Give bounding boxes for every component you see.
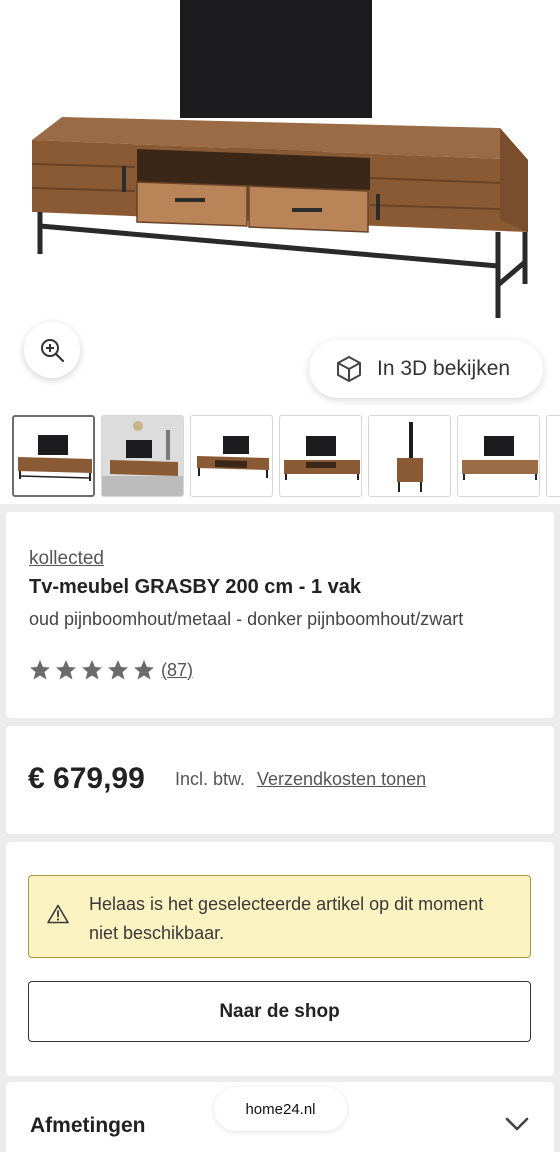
product-title: Tv-meubel GRASBY 200 cm - 1 vak xyxy=(29,576,361,598)
thumbnail-4[interactable] xyxy=(279,415,362,497)
thumbnail-strip[interactable] xyxy=(0,410,560,504)
browser-address-pill[interactable]: home24.nl xyxy=(214,1087,347,1131)
unavailable-notice: Helaas is het geselecteerde artikel op d… xyxy=(28,875,531,958)
chevron-down-icon xyxy=(505,1117,529,1131)
price-card: € 679,99 Incl. btw. Verzendkosten tonen xyxy=(6,726,554,834)
product-variant: oud pijnboomhout/metaal - donker pijnboo… xyxy=(29,609,464,629)
cube-3d-icon xyxy=(337,356,361,382)
zoom-in-icon xyxy=(41,339,65,363)
rating-stars[interactable]: (87) xyxy=(27,658,193,682)
thumbnail-5[interactable] xyxy=(368,415,451,497)
go-to-shop-button[interactable]: Naar de shop xyxy=(28,981,531,1042)
thumbnail-1[interactable] xyxy=(12,415,95,497)
star-icon xyxy=(56,660,76,680)
view-3d-label: In 3D bekijken xyxy=(377,357,511,380)
product-info-card: kollected Tv-meubel GRASBY 200 cm - 1 va… xyxy=(6,512,554,718)
star-icon xyxy=(30,660,50,680)
star-icon xyxy=(108,660,128,680)
shipping-costs-link[interactable]: Verzendkosten tonen xyxy=(257,769,426,790)
product-image[interactable]: In 3D bekijken xyxy=(0,0,560,410)
brand-link[interactable]: kollected xyxy=(29,548,104,570)
vat-label: Incl. btw. xyxy=(175,769,246,789)
thumbnail-7[interactable] xyxy=(546,415,560,497)
review-count-link[interactable]: (87) xyxy=(161,660,193,681)
product-page: In 3D bekijken kollected Tv-meubel GRASB… xyxy=(0,0,560,1152)
zoom-button[interactable] xyxy=(24,322,80,378)
unavailable-message: Helaas is het geselecteerde artikel op d… xyxy=(89,894,484,943)
availability-card: Helaas is het geselecteerde artikel op d… xyxy=(6,842,554,1076)
star-icon xyxy=(134,660,154,680)
product-price: € 679,99 xyxy=(28,762,145,795)
thumbnail-2[interactable] xyxy=(101,415,184,497)
dimensions-title: Afmetingen xyxy=(30,1114,146,1137)
thumbnail-6[interactable] xyxy=(457,415,540,497)
thumbnail-3[interactable] xyxy=(190,415,273,497)
star-icon xyxy=(82,660,102,680)
view-3d-button[interactable]: In 3D bekijken xyxy=(309,340,543,398)
warning-icon xyxy=(47,904,69,924)
